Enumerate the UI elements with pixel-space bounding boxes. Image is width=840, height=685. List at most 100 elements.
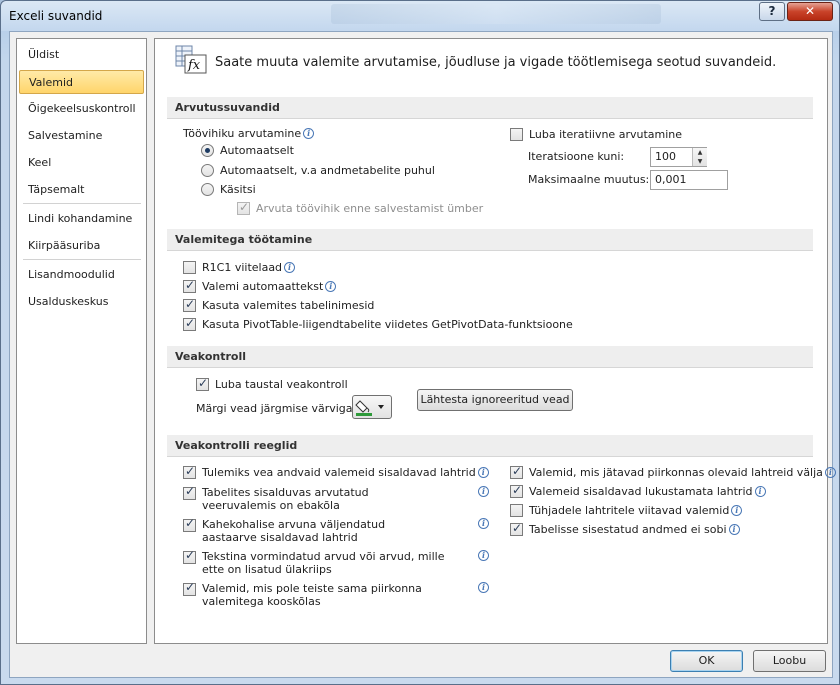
max-iterations-label: Iteratsioone kuni: xyxy=(528,150,625,163)
max-iterations-spinner[interactable]: ▲ ▼ xyxy=(692,148,707,166)
getpivotdata-checkbox[interactable]: Kasuta PivotTable-liigendtabelite viidet… xyxy=(183,316,573,331)
info-icon: i xyxy=(303,128,315,139)
formula-fx-icon: fx xyxy=(175,45,207,74)
checkbox[interactable] xyxy=(510,504,523,517)
checkbox[interactable] xyxy=(183,278,196,293)
rule-unlocked-formula-cells[interactable]: Valemeid sisaldavad lukustamata lahtrid … xyxy=(510,483,766,498)
checkbox[interactable] xyxy=(183,581,196,596)
radio-button[interactable] xyxy=(201,183,214,196)
nav-item-lisandmoodulid[interactable]: Lisandmoodulid xyxy=(19,263,144,287)
checkbox[interactable] xyxy=(183,549,196,564)
rule-label: Valemid, mis jätavad piirkonnas olevaid … xyxy=(529,466,823,479)
r1c1-label: R1C1 viitelaad xyxy=(202,261,283,274)
rule-empty-cell-references[interactable]: Tühjadele lahtritele viitavad valemid i xyxy=(510,504,743,517)
workbook-calculation-label: Töövihiku arvutamine xyxy=(183,127,302,140)
workbook-calculation-row: Töövihiku arvutamine i xyxy=(183,127,315,140)
category-nav: Üldist Valemid Õigekeelsuskontroll Salve… xyxy=(16,38,147,644)
checkbox[interactable] xyxy=(183,517,196,532)
title-bar[interactable]: Exceli suvandid ? ✕ xyxy=(1,1,839,31)
rule-label: Tabelisse sisestatud andmed ei sobi xyxy=(529,523,727,536)
cancel-button[interactable]: Loobu xyxy=(753,650,826,672)
max-change-input[interactable]: 0,001 xyxy=(650,170,728,190)
radio-automatic[interactable]: Automaatselt xyxy=(201,144,294,157)
checkbox[interactable] xyxy=(183,297,196,312)
paint-bucket-icon xyxy=(355,400,384,416)
checkbox[interactable] xyxy=(183,261,196,274)
rule-label: Valemeid sisaldavad lukustamata lahtrid xyxy=(529,485,753,498)
checkbox xyxy=(237,200,250,215)
info-icon: i xyxy=(731,505,743,516)
nav-item-salvestamine[interactable]: Salvestamine xyxy=(19,124,144,148)
info-icon: i xyxy=(478,486,489,497)
checkbox[interactable] xyxy=(183,485,196,500)
rule-label: Valemid, mis pole teiste sama piirkonna … xyxy=(202,582,422,608)
radio-automatic-label: Automaatselt xyxy=(220,144,294,157)
checkbox[interactable] xyxy=(510,464,523,479)
nav-divider xyxy=(23,259,141,260)
iterative-calc-label: Luba iteratiivne arvutamine xyxy=(529,128,683,141)
radio-button[interactable] xyxy=(201,144,214,157)
panel-description: Saate muuta valemite arvutamise, jõudlus… xyxy=(215,55,777,70)
close-button[interactable]: ✕ xyxy=(787,2,833,21)
error-color-label: Märgi vead järgmise värviga: xyxy=(196,402,357,415)
rule-numbers-as-text[interactable]: Tekstina vormindatud arvud või arvud, mi… xyxy=(183,549,489,576)
error-color-picker[interactable] xyxy=(352,395,392,419)
info-icon: i xyxy=(284,262,296,273)
nav-item-kiirpaasuriba[interactable]: Kiirpääsuriba xyxy=(19,234,144,258)
spin-up-icon[interactable]: ▲ xyxy=(693,148,707,157)
client-area: Üldist Valemid Õigekeelsuskontroll Salve… xyxy=(9,31,836,678)
settings-panel: fx Saate muuta valemite arvutamise, jõud… xyxy=(154,38,836,644)
radio-automatic-except-tables[interactable]: Automaatselt, v.a andmetabelite puhul xyxy=(201,164,435,177)
checkbox[interactable] xyxy=(510,128,523,141)
rule-label: Tühjadele lahtritele viitavad valemid xyxy=(529,504,730,517)
dialog-window: Exceli suvandid ? ✕ Üldist Valemid Õigek… xyxy=(0,0,840,685)
info-icon: i xyxy=(754,486,766,497)
info-icon: i xyxy=(728,524,740,535)
nav-item-valemid[interactable]: Valemid xyxy=(19,70,144,94)
reset-ignored-errors-button[interactable]: Lähtesta ignoreeritud vead xyxy=(417,389,573,411)
info-icon: i xyxy=(478,550,489,561)
rule-label: Tulemiks vea andvaid valemeid sisaldavad… xyxy=(202,466,476,479)
rule-omitted-cells[interactable]: Valemid, mis jätavad piirkonnas olevaid … xyxy=(510,464,836,479)
help-button[interactable]: ? xyxy=(759,2,785,21)
checkbox[interactable] xyxy=(510,483,523,498)
info-icon: i xyxy=(824,467,836,478)
checkbox[interactable] xyxy=(183,316,196,331)
recalc-before-save-label: Arvuta töövihik enne salvestamist ümber xyxy=(256,202,484,215)
r1c1-checkbox[interactable]: R1C1 viitelaad i xyxy=(183,261,296,274)
nav-item-oigekeelsuskontroll[interactable]: Õigekeelsuskontroll xyxy=(19,97,144,121)
nav-item-lindi-kohandamine[interactable]: Lindi kohandamine xyxy=(19,207,144,231)
checkbox[interactable] xyxy=(510,521,523,536)
table-names-checkbox[interactable]: Kasuta valemites tabelinimesid xyxy=(183,297,374,312)
formula-autocomplete-checkbox[interactable]: Valemi automaattekst i xyxy=(183,278,337,293)
rule-label: Kahekohalise arvuna väljendatud aastaarv… xyxy=(202,518,386,544)
background-error-checking-label: Luba taustal veakontroll xyxy=(215,378,348,391)
info-icon: i xyxy=(478,518,489,529)
section-working-with-formulas: Valemitega töötamine xyxy=(167,229,813,251)
rule-inconsistent-column-formula[interactable]: Tabelites sisalduvas arvutatud veeruvale… xyxy=(183,485,489,512)
rule-label: Tabelites sisalduvas arvutatud veeruvale… xyxy=(202,486,369,512)
radio-automatic-except-label: Automaatselt, v.a andmetabelite puhul xyxy=(220,164,435,177)
rule-two-digit-years[interactable]: Kahekohalise arvuna väljendatud aastaarv… xyxy=(183,517,489,544)
background-error-checking-checkbox[interactable]: Luba taustal veakontroll xyxy=(196,376,348,391)
nav-item-usalduskeskus[interactable]: Usalduskeskus xyxy=(19,290,144,314)
info-icon: i xyxy=(478,582,489,593)
rule-inconsistent-formulas[interactable]: Valemid, mis pole teiste sama piirkonna … xyxy=(183,581,489,608)
radio-manual[interactable]: Käsitsi xyxy=(201,183,256,196)
nav-item-keel[interactable]: Keel xyxy=(19,151,144,175)
info-icon: i xyxy=(477,467,489,478)
iterative-calc-checkbox[interactable]: Luba iteratiivne arvutamine xyxy=(510,128,682,141)
nav-item-tapsemalt[interactable]: Täpsemalt xyxy=(19,178,144,202)
checkbox[interactable] xyxy=(196,376,209,391)
formula-autocomplete-label: Valemi automaattekst xyxy=(202,280,324,293)
background-ghost xyxy=(331,4,661,24)
rule-error-cells[interactable]: Tulemiks vea andvaid valemeid sisaldavad… xyxy=(183,464,489,479)
checkbox[interactable] xyxy=(183,464,196,479)
rule-invalid-table-data[interactable]: Tabelisse sisestatud andmed ei sobi i xyxy=(510,521,740,536)
nav-item-uldist[interactable]: Üldist xyxy=(19,43,144,67)
window-title: Exceli suvandid xyxy=(9,9,103,23)
recalc-before-save-checkbox: Arvuta töövihik enne salvestamist ümber xyxy=(237,200,484,215)
radio-button[interactable] xyxy=(201,164,214,177)
ok-button[interactable]: OK xyxy=(670,650,743,672)
spin-down-icon[interactable]: ▼ xyxy=(693,157,707,166)
